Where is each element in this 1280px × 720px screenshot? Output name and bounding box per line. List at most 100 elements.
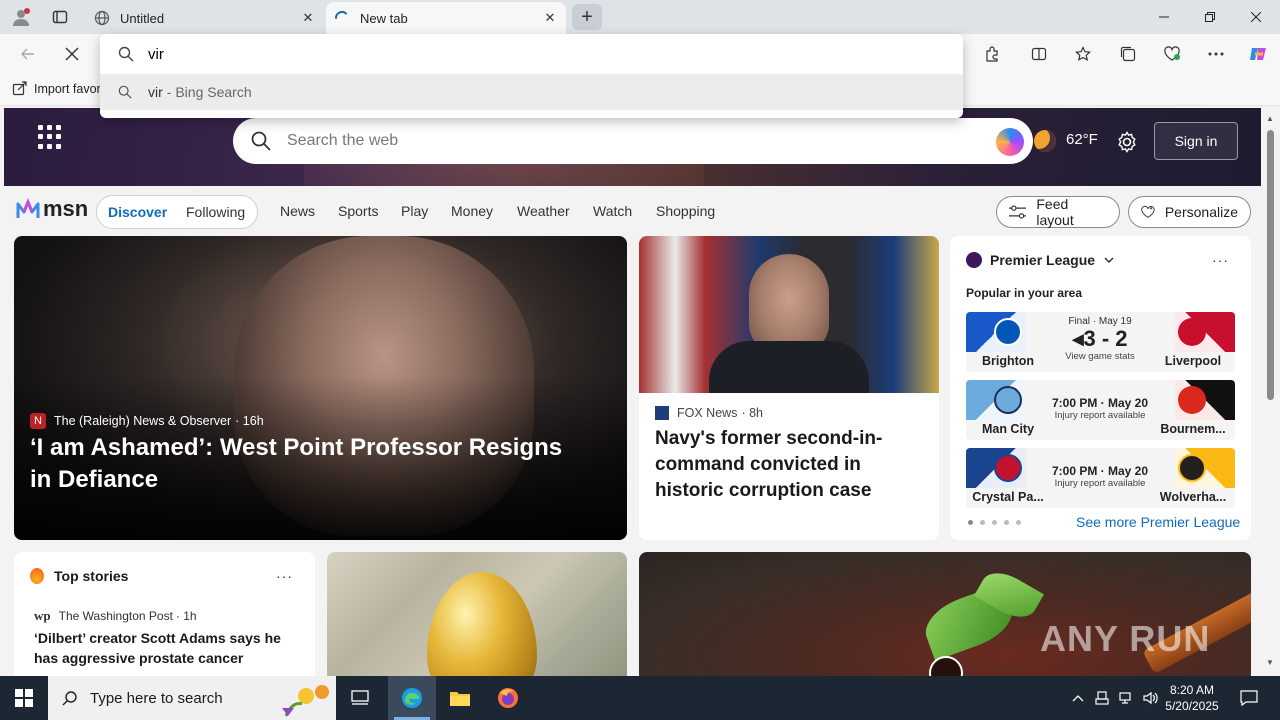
firefox-button[interactable] (484, 676, 532, 720)
match-note[interactable]: View game stats (1050, 351, 1150, 362)
restore-button[interactable] (1187, 0, 1233, 34)
nav-play[interactable]: Play (401, 203, 428, 219)
liverpool-crest-icon (1178, 318, 1206, 346)
address-input[interactable] (148, 45, 928, 63)
tab-following[interactable]: Following (186, 204, 245, 220)
story-headline[interactable]: ‘Dilbert’ creator Scott Adams says he ha… (34, 628, 304, 668)
weather-moon-icon[interactable] (1034, 130, 1056, 152)
clock-date: 5/20/2025 (1165, 699, 1219, 713)
close-tab-icon[interactable]: ✕ (540, 8, 560, 28)
match-status: 7:00 PM · May 20 (1051, 464, 1149, 478)
web-search-placeholder: Search the web (287, 132, 399, 149)
premier-league-logo-icon (966, 252, 982, 268)
file-explorer-button[interactable] (436, 676, 484, 720)
carousel-dot[interactable] (1016, 520, 1021, 525)
hero-headline[interactable]: ‘I am Ashamed’: West Point Professor Res… (30, 432, 590, 496)
news-headline[interactable]: Navy's former second-in-command convicte… (655, 426, 925, 504)
show-hidden-icons-icon[interactable] (1068, 676, 1088, 720)
money-image-card[interactable] (327, 552, 627, 682)
taskbar-search[interactable]: Type here to search (48, 676, 336, 720)
more-options-icon[interactable]: ··· (276, 568, 293, 584)
close-tab-icon[interactable]: ✕ (298, 8, 318, 28)
new-tab-button[interactable]: + (572, 4, 602, 30)
msn-logo[interactable]: msn (16, 196, 88, 222)
personalize-label: Personalize (1164, 204, 1238, 220)
hero-news-card[interactable]: N The (Raleigh) News & Observer · 16h ‘I… (14, 236, 627, 540)
copilot-icon[interactable] (1244, 40, 1272, 68)
extensions-icon[interactable] (978, 40, 1006, 68)
bournemouth-crest-icon (1178, 386, 1206, 414)
search-highlight-flowers-icon (282, 685, 329, 717)
nav-shopping[interactable]: Shopping (656, 203, 715, 219)
premier-league-header[interactable]: Premier League (966, 252, 1115, 268)
news-image-suit (709, 341, 869, 393)
tab-actions-icon[interactable] (49, 6, 71, 28)
task-view-icon (351, 690, 369, 705)
nav-news[interactable]: News (280, 203, 315, 219)
carousel-dot[interactable] (968, 520, 973, 525)
scrollbar-thumb[interactable] (1267, 130, 1274, 400)
away-team-name: Liverpool (1164, 354, 1222, 368)
match-row[interactable]: Brighton Final · May 19 ◂3 - 2 View game… (966, 312, 1235, 372)
browser-essentials-icon[interactable] (1158, 40, 1186, 68)
favorites-icon[interactable] (1069, 40, 1097, 68)
collections-icon[interactable] (1114, 40, 1142, 68)
news-card-navy[interactable]: FOX News · 8h Navy's former second-in-co… (639, 236, 939, 540)
page-scrollbar[interactable]: ▲ ▼ (1261, 108, 1280, 676)
address-bar-dropdown: vir - Bing Search (100, 34, 963, 118)
away-team-name: Bournem... (1160, 422, 1226, 436)
carousel-dots[interactable] (968, 520, 1021, 525)
gear-icon[interactable] (1115, 130, 1139, 154)
match-row[interactable]: Man City 7:00 PM · May 20 Injury report … (966, 380, 1235, 440)
more-options-icon[interactable]: ··· (1212, 252, 1229, 268)
see-more-premier-league-link[interactable]: See more Premier League (1076, 514, 1240, 530)
food-video-card[interactable] (639, 552, 1251, 682)
usb-device-icon[interactable] (1092, 676, 1112, 720)
personalize-button[interactable]: Personalize (1128, 196, 1251, 228)
tab-new-tab[interactable]: New tab ✕ (326, 2, 566, 34)
story-age: · 1h (175, 609, 197, 623)
match-note[interactable]: Injury report available (1050, 478, 1150, 489)
notifications-button[interactable] (1234, 676, 1264, 720)
network-icon[interactable] (1116, 676, 1136, 720)
search-icon (62, 691, 77, 706)
stop-loading-button[interactable] (58, 40, 86, 68)
close-window-button[interactable] (1233, 0, 1279, 34)
settings-more-icon[interactable] (1202, 40, 1230, 68)
minimize-button[interactable] (1141, 0, 1187, 34)
system-clock[interactable]: 8:20 AM 5/20/2025 (1164, 682, 1220, 714)
temperature[interactable]: 62°F (1066, 131, 1098, 148)
web-search-box[interactable]: Search the web (233, 118, 1033, 164)
volume-icon[interactable] (1140, 676, 1162, 720)
feed-layout-button[interactable]: Feed layout (996, 196, 1120, 228)
nav-weather[interactable]: Weather (517, 203, 570, 219)
nav-sports[interactable]: Sports (338, 203, 378, 219)
carousel-dot[interactable] (1004, 520, 1009, 525)
carousel-dot[interactable] (992, 520, 997, 525)
start-button[interactable] (0, 676, 48, 720)
apps-launcher-icon[interactable] (38, 125, 62, 149)
profile-icon[interactable] (10, 6, 32, 28)
address-bar[interactable] (100, 34, 963, 74)
tab-discover[interactable]: Discover (108, 204, 167, 220)
match-note[interactable]: Injury report available (1050, 410, 1150, 421)
back-button[interactable] (14, 40, 42, 68)
sign-in-button[interactable]: Sign in (1154, 122, 1238, 160)
match-row[interactable]: Crystal Pa... 7:00 PM · May 20 Injury re… (966, 448, 1235, 508)
tab-untitled[interactable]: Untitled ✕ (86, 2, 324, 34)
watermark: ANY RUN (1040, 618, 1211, 659)
scroll-down-icon[interactable]: ▼ (1266, 658, 1274, 667)
suggestion-item[interactable]: vir - Bing Search (100, 74, 963, 110)
nav-money[interactable]: Money (451, 203, 493, 219)
import-favorites-button[interactable]: Import favor (12, 81, 101, 97)
copilot-search-icon[interactable] (996, 128, 1024, 156)
import-favorites-label: Import favor (34, 82, 101, 96)
task-view-button[interactable] (340, 676, 380, 720)
edge-taskbar-button[interactable] (388, 676, 436, 720)
match-info: 7:00 PM · May 20 Injury report available (1050, 380, 1150, 421)
nav-watch[interactable]: Watch (593, 203, 632, 219)
scroll-up-icon[interactable]: ▲ (1266, 114, 1274, 123)
split-screen-icon[interactable] (1025, 40, 1053, 68)
carousel-dot[interactable] (980, 520, 985, 525)
loading-spinner-icon (334, 10, 350, 26)
